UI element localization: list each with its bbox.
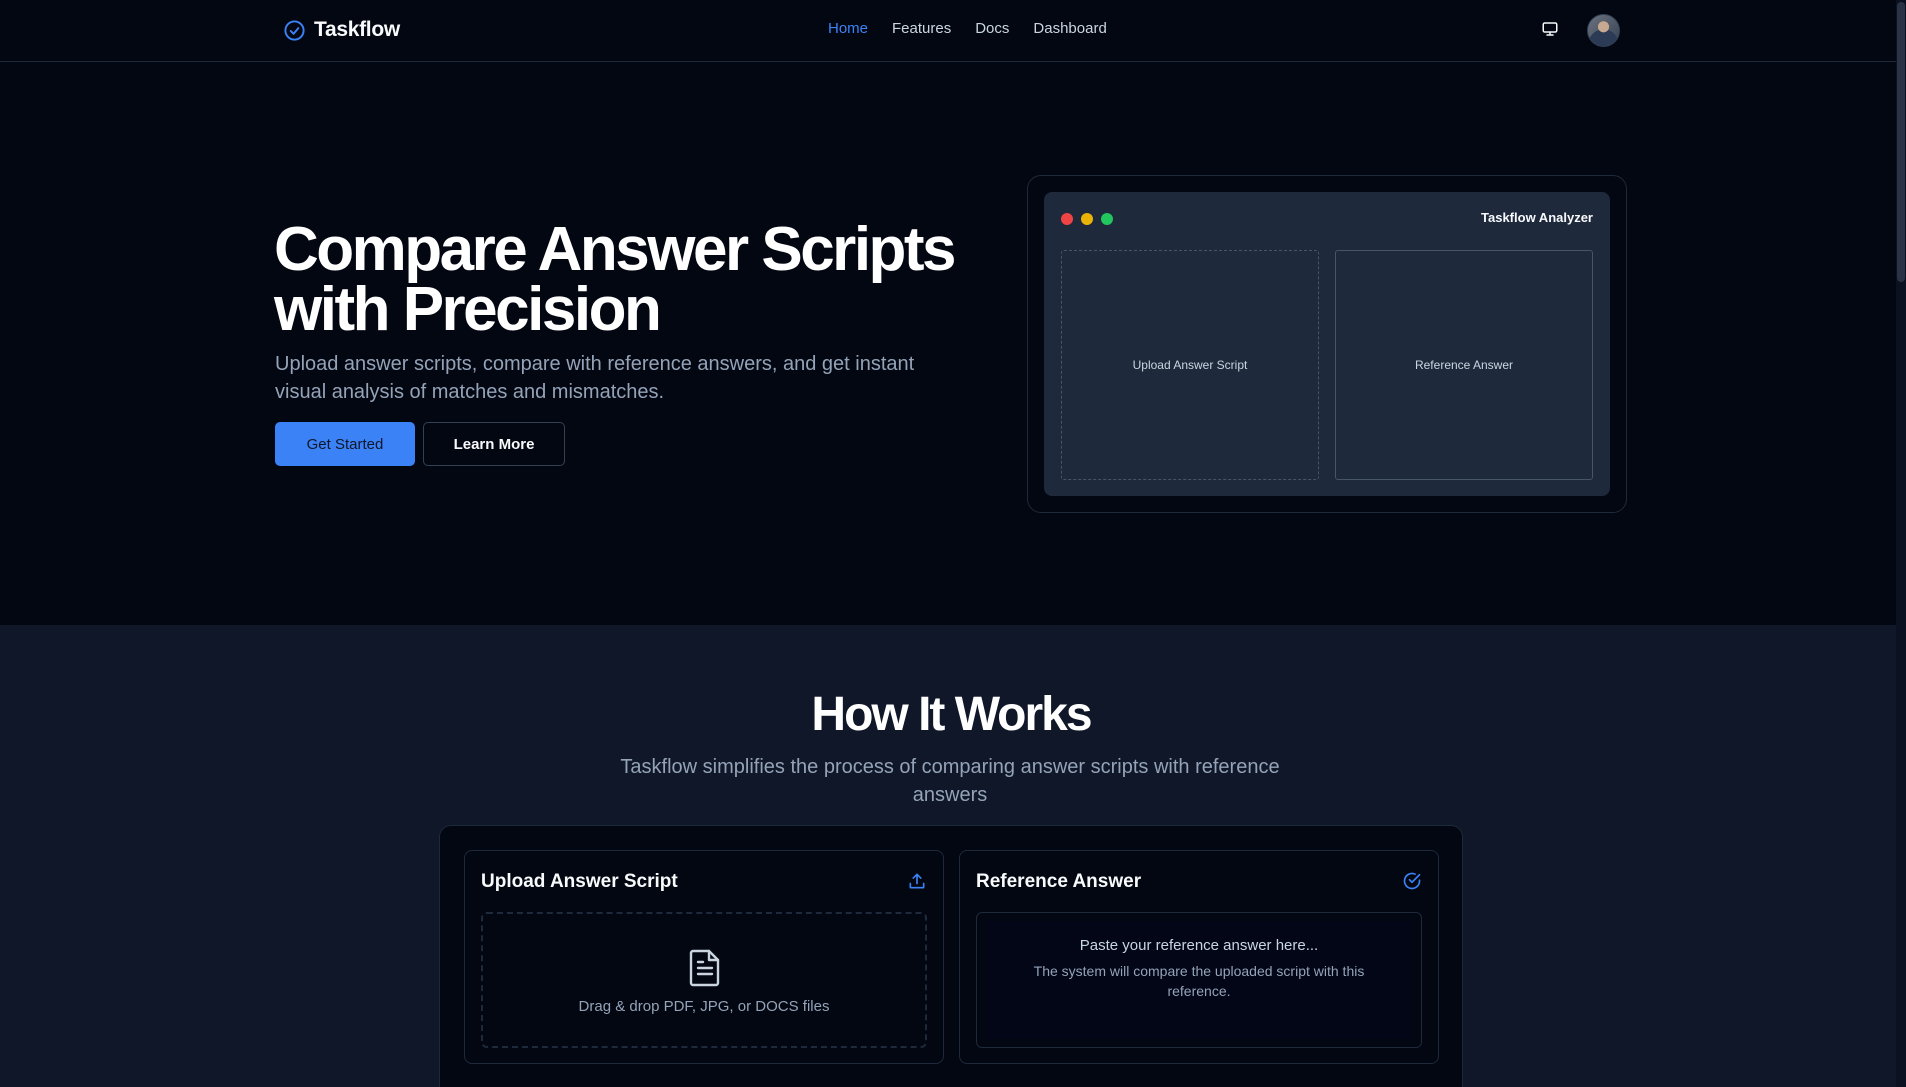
reference-note: The system will compare the uploaded scr… [1033,963,1365,999]
analyzer-upload-panel: Upload Answer Script [1061,250,1319,480]
workflow-frame: Upload Answer Script Drag & drop PDF, JP… [439,825,1463,1087]
user-avatar[interactable] [1587,14,1620,47]
document-icon [689,949,720,987]
dropzone-hint: Drag & drop PDF, JPG, or DOCS files [578,998,830,1015]
nav-link-home[interactable]: Home [828,20,868,37]
brand[interactable]: Taskflow [283,18,400,42]
section-subtitle: Taskflow simplifies the process of compa… [620,756,1280,806]
file-dropzone[interactable]: Drag & drop PDF, JPG, or DOCS files [481,912,927,1048]
reference-input-frame: Paste your reference answer here... The … [976,912,1422,1048]
hero-title: Compare Answer Scripts with Precision [274,215,957,344]
analyzer-upload-label: Upload Answer Script [1132,358,1248,372]
upload-card: Upload Answer Script Drag & drop PDF, JP… [464,850,944,1064]
scrollbar-thumb[interactable] [1897,2,1905,282]
check-circle-icon [1403,872,1421,890]
section-title: How It Works [811,688,1092,741]
reference-card: Reference Answer Paste your reference an… [959,850,1439,1064]
analyzer-title: Taskflow Analyzer [1481,210,1593,225]
page-scrollbar[interactable] [1896,0,1906,1087]
get-started-button[interactable]: Get Started [275,422,415,466]
analyzer-window: Taskflow Analyzer Upload Answer Script R… [1044,192,1610,496]
reference-placeholder: Paste your reference answer here... [1079,937,1319,954]
how-it-works-section: How It Works Taskflow simplifies the pro… [0,625,1906,1087]
window-maximize-dot [1101,213,1113,225]
top-navbar: Taskflow Home Features Docs Dashboard [0,0,1906,62]
upload-icon[interactable] [907,871,927,891]
analyzer-reference-panel: Reference Answer [1335,250,1593,480]
brand-name: Taskflow [314,18,400,41]
reference-answer-input[interactable]: Paste your reference answer here... The … [985,921,1413,1039]
nav-link-features[interactable]: Features [892,20,951,37]
window-close-dot [1061,213,1073,225]
learn-more-button[interactable]: Learn More [423,422,565,466]
analyzer-reference-label: Reference Answer [1414,358,1514,372]
nav-links: Home Features Docs Dashboard [828,20,1107,37]
window-minimize-dot [1081,213,1093,225]
analyzer-preview: Taskflow Analyzer Upload Answer Script R… [1027,175,1627,513]
hero-subtitle: Upload answer scripts, compare with refe… [275,353,915,403]
upload-card-title: Upload Answer Script [481,871,678,892]
nav-link-docs[interactable]: Docs [975,20,1009,37]
nav-link-dashboard[interactable]: Dashboard [1033,20,1106,37]
check-circle-icon [284,19,305,41]
monitor-icon[interactable] [1541,20,1559,38]
page: Taskflow Home Features Docs Dashboard Co… [0,0,1906,1087]
reference-card-title: Reference Answer [976,871,1142,892]
